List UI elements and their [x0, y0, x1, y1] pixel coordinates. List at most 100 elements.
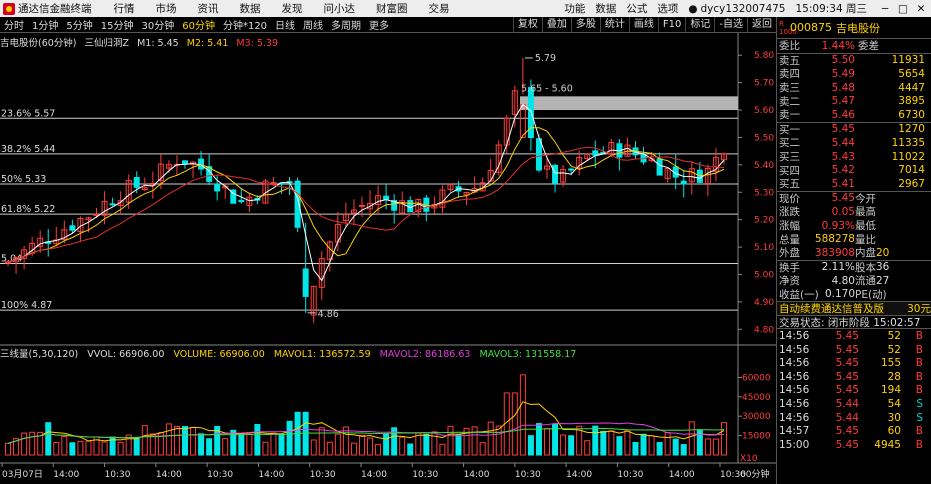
volume-bar	[182, 426, 188, 456]
volume-bar	[560, 434, 567, 456]
stat2-value-2: 27	[876, 274, 890, 287]
menu-shuju-right[interactable]: 数据	[595, 1, 616, 16]
close-icon[interactable]: ✕	[913, 3, 929, 15]
volume-bar	[712, 438, 719, 456]
period-more[interactable]: 更多	[365, 17, 393, 32]
stock-code[interactable]: 000875	[790, 21, 832, 34]
volume-bar	[85, 440, 92, 456]
volume-bar	[656, 442, 663, 456]
volume-header: 三线量(5,30,120) VVOL: 66906.00 VOLUME: 669…	[0, 346, 582, 360]
menubar-right: 功能 数据 公式 选项 ● dycy132007475 15:09:34 周三 …	[564, 0, 931, 17]
tick-volume: 54	[887, 398, 901, 411]
period-60min[interactable]: 60分钟	[178, 17, 219, 32]
m3-value: M3: 5.39	[236, 38, 279, 49]
menu-gongneng[interactable]: 功能	[564, 1, 585, 16]
tick-price: 5.45	[835, 357, 859, 370]
r-badge: R 1000	[779, 19, 797, 36]
volume-bar	[431, 431, 438, 456]
period-120min[interactable]: 分钟*120	[219, 17, 271, 32]
tick-price: 5.45	[835, 425, 859, 438]
xaxis-label: 14:00	[566, 470, 592, 480]
stock-period-label: 吉电股份(60分钟)	[0, 38, 77, 49]
volume-bar	[568, 435, 575, 456]
stock-name[interactable]: 吉电股份	[836, 20, 880, 36]
volume-bar	[310, 439, 317, 456]
tool-fuquan[interactable]: 复权	[512, 17, 542, 33]
period-multi[interactable]: 多周期	[327, 17, 365, 32]
volume-bar	[222, 438, 229, 456]
xaxis-label: 14:00	[464, 470, 490, 480]
volume-bar	[495, 425, 502, 456]
volume-tick-label: 45000	[742, 393, 771, 403]
minimize-icon[interactable]: ─	[877, 3, 893, 15]
user-name[interactable]: dycy132007475	[701, 3, 786, 15]
user-icon[interactable]: ●	[688, 3, 697, 15]
stat-row: 总量 588278 量比	[777, 232, 931, 246]
tick-time: 14:56	[779, 370, 810, 383]
clock: 15:09:34 周三	[795, 3, 868, 15]
menu-shichang[interactable]: 市场	[156, 1, 177, 16]
volume-bar	[77, 440, 84, 456]
tick-row: 14:56 5.45 155 B	[777, 356, 931, 370]
sell-row: 卖五 5.50 11931	[777, 54, 931, 68]
m1-value: M1: 5.45	[137, 38, 179, 49]
period-day[interactable]: 日线	[271, 17, 299, 32]
promo-banner[interactable]: 自动续费通达信普及版 30元	[777, 301, 931, 316]
menu-faxian[interactable]: 发现	[282, 1, 303, 16]
price-tick-label: 5.50	[754, 133, 774, 143]
period-fenshi[interactable]: 分时	[0, 17, 28, 32]
tool-tongji[interactable]: 统计	[599, 17, 629, 33]
stat-label-2: 内盘	[855, 247, 876, 260]
xaxis-label: 10:30	[207, 470, 233, 480]
period-week[interactable]: 周线	[299, 17, 327, 32]
weibi-value: 1.44%	[821, 39, 855, 52]
volume-bar	[69, 442, 76, 456]
tool-zixuan[interactable]: -自选	[714, 17, 747, 33]
menu-hangqing[interactable]: 行情	[114, 1, 135, 16]
volume-bar	[350, 442, 357, 456]
indicator-name[interactable]: 三仙归洞Z	[85, 38, 130, 49]
xaxis-label: 14:00	[156, 470, 182, 480]
volume-bar	[190, 426, 197, 456]
period-30min[interactable]: 30分钟	[137, 17, 178, 32]
tool-fanhui[interactable]: 返回	[747, 17, 776, 33]
menu-jiaoyi[interactable]: 交易	[429, 1, 450, 16]
volume-indicator-name[interactable]: 三线量(5,30,120)	[0, 349, 78, 360]
candle-body	[656, 158, 663, 176]
volume-bar	[358, 434, 365, 456]
tool-f10[interactable]: F10	[657, 17, 685, 33]
volume-bar	[61, 435, 68, 456]
xaxis-label: 03月07日	[2, 469, 43, 480]
tick-time: 14:57	[779, 425, 810, 438]
xaxis-label: 10:30	[310, 470, 336, 480]
period-5min[interactable]: 5分钟	[62, 17, 96, 32]
sell-volume: 11931	[891, 54, 925, 67]
kline-chart[interactable]: 23.6% 5.57 38.2% 5.44 50% 5.33 61.8% 5.22 5.…	[0, 33, 776, 484]
buy-row: 买一 5.45 1270	[777, 123, 931, 137]
tick-list[interactable]: 14:56 5.45 52 B 14:56 5.45 52 B 14:56 5.45 155 B 14:…	[777, 329, 931, 451]
menu-xuanxiang[interactable]: 选项	[657, 1, 678, 16]
tool-huaxian[interactable]: 画线	[628, 17, 658, 33]
tick-side: S	[916, 411, 923, 424]
period-1min[interactable]: 1分钟	[28, 17, 62, 32]
tick-time: 14:56	[779, 398, 810, 411]
volume-bar	[704, 438, 711, 456]
stat-value: 383908	[814, 246, 855, 259]
period-15min[interactable]: 15分钟	[97, 17, 138, 32]
tick-side: B	[915, 357, 923, 370]
menu-zixun[interactable]: 资讯	[198, 1, 219, 16]
menu-caifuquan[interactable]: 财富圈	[376, 1, 408, 16]
volume-bar	[519, 374, 526, 456]
xaxis-label: 10:30	[617, 470, 643, 480]
volume-bar	[165, 423, 172, 456]
maximize-icon[interactable]: □	[895, 3, 911, 15]
menu-shuju[interactable]: 数据	[240, 1, 261, 16]
buy-volume: 11335	[891, 136, 925, 149]
menu-wenxiaoda[interactable]: 问小达	[324, 1, 356, 16]
volume-bar	[608, 430, 615, 456]
tool-duogu[interactable]: 多股	[570, 17, 600, 33]
tool-biaoji[interactable]: 标记	[685, 17, 714, 33]
tool-diejia[interactable]: 叠加	[541, 17, 571, 33]
menu-gongshi[interactable]: 公式	[626, 1, 647, 16]
volume-bar	[648, 435, 655, 456]
